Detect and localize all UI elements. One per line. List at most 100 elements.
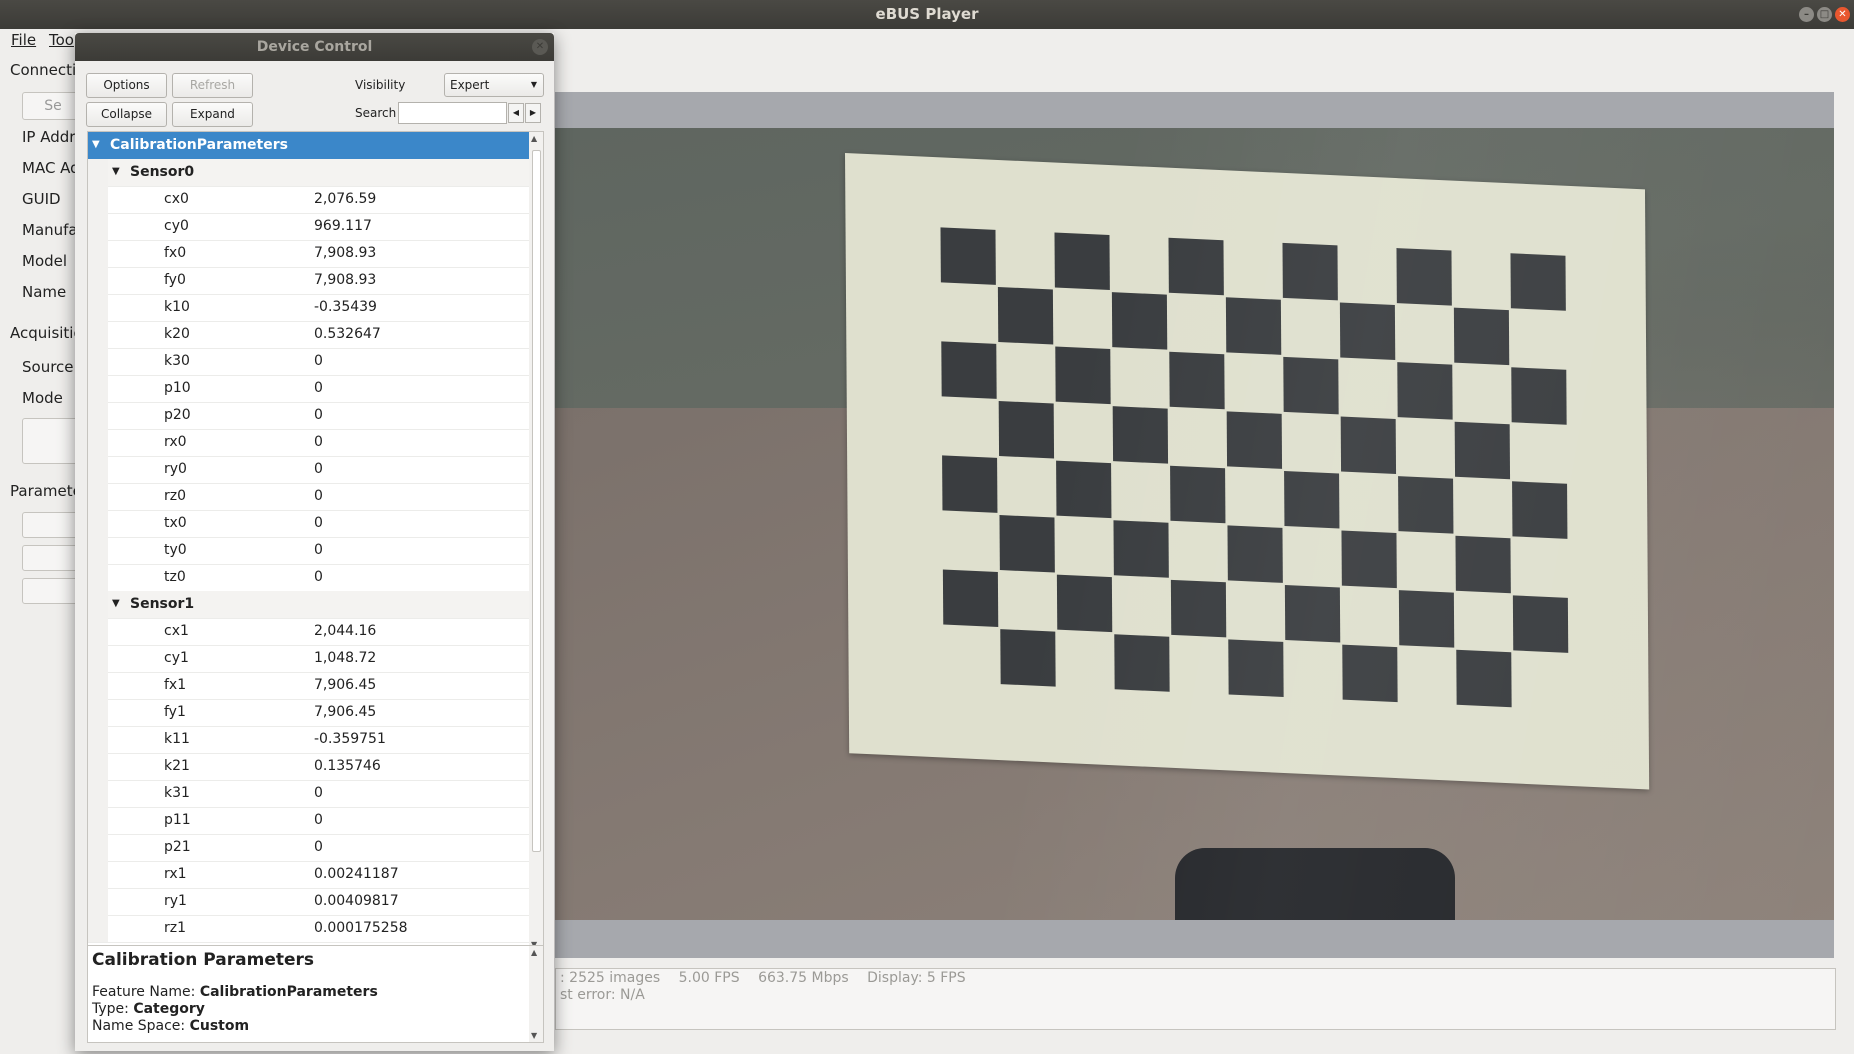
parameter-name: fx1 — [164, 677, 187, 693]
parameter-value[interactable]: 0 — [314, 542, 323, 558]
parameter-value[interactable]: 0 — [314, 515, 323, 531]
expand-button[interactable]: Expand — [172, 102, 253, 127]
description-panel: Calibration Parameters Feature Name: Cal… — [87, 945, 531, 1043]
search-input[interactable] — [398, 102, 507, 124]
model-label: Model — [22, 252, 68, 270]
parameter-row-p20[interactable]: p20 0 — [88, 402, 530, 430]
parameter-tree[interactable]: ▼ CalibrationParameters ▼ Sensor0 cx0 2,076… — [87, 131, 531, 952]
parameter-row-k20[interactable]: k20 0.532647 — [88, 321, 530, 349]
mac-address-label: MAC Ad — [22, 159, 80, 177]
image-count: : 2525 images — [560, 970, 661, 986]
parameter-value[interactable]: 0.135746 — [314, 758, 381, 774]
parameter-row-ry0[interactable]: ry0 0 — [88, 456, 530, 484]
scroll-up-icon[interactable]: ▲ — [531, 134, 537, 143]
search-prev-icon[interactable]: ◀ — [508, 103, 524, 123]
menu-tools[interactable]: Too — [49, 31, 74, 49]
expand-arrow-icon[interactable]: ▼ — [112, 598, 120, 609]
device-control-dialog: Device Control ✕ Options Refresh Collaps… — [75, 33, 554, 1051]
parameter-value[interactable]: 969.117 — [314, 218, 372, 234]
parameter-row-rx0[interactable]: rx0 0 — [88, 429, 530, 457]
parameter-row-k30[interactable]: k30 0 — [88, 348, 530, 376]
parameter-name: p21 — [164, 839, 191, 855]
parameter-row-cx0[interactable]: cx0 2,076.59 — [88, 186, 530, 214]
parameter-value[interactable]: 0 — [314, 380, 323, 396]
parameter-row-p21[interactable]: p21 0 — [88, 834, 530, 862]
parameter-name: rz1 — [164, 920, 187, 936]
parameter-value[interactable]: 0.532647 — [314, 326, 381, 342]
parameter-row-rz1[interactable]: rz1 0.000175258 — [88, 915, 530, 943]
parameter-row-k11[interactable]: k11 -0.359751 — [88, 726, 530, 754]
maximize-icon[interactable]: □ — [1817, 7, 1832, 22]
options-button[interactable]: Options — [86, 73, 167, 98]
menu-file[interactable]: File — [11, 31, 36, 49]
parameter-value[interactable]: -0.359751 — [314, 731, 386, 747]
parameter-row-fx0[interactable]: fx0 7,908.93 — [88, 240, 530, 268]
parameter-value[interactable]: 0 — [314, 488, 323, 504]
scrollbar-thumb[interactable] — [532, 150, 541, 852]
parameter-row-fy1[interactable]: fy1 7,906.45 — [88, 699, 530, 727]
parameter-name: fy1 — [164, 704, 186, 720]
parameter-row-k31[interactable]: k31 0 — [88, 780, 530, 808]
parameter-value[interactable]: 7,906.45 — [314, 677, 376, 693]
tree-category-sensor1[interactable]: ▼ Sensor1 — [88, 591, 530, 619]
parameter-name: fx0 — [164, 245, 187, 261]
parameter-row-ty0[interactable]: ty0 0 — [88, 537, 530, 565]
parameter-row-k10[interactable]: k10 -0.35439 — [88, 294, 530, 322]
parameter-row-cy1[interactable]: cy1 1,048.72 — [88, 645, 530, 673]
parameter-value[interactable]: -0.35439 — [314, 299, 377, 315]
parameter-value[interactable]: 0 — [314, 569, 323, 585]
parameter-value[interactable]: 0 — [314, 785, 323, 801]
display-rate: Display: 5 FPS — [867, 970, 966, 986]
tree-scrollbar[interactable]: ▲ ▼ — [529, 131, 544, 952]
parameter-row-tz0[interactable]: tz0 0 — [88, 564, 530, 592]
parameter-value[interactable]: 0 — [314, 812, 323, 828]
parameter-row-ry1[interactable]: ry1 0.00409817 — [88, 888, 530, 916]
close-window-icon[interactable]: ✕ — [1835, 7, 1850, 22]
parameter-row-cy0[interactable]: cy0 969.117 — [88, 213, 530, 241]
parameter-value[interactable]: 2,044.16 — [314, 623, 376, 639]
parameter-value[interactable]: 7,908.93 — [314, 272, 376, 288]
tree-category-sensor0[interactable]: ▼ Sensor0 — [88, 159, 530, 187]
parameter-name: rx0 — [164, 434, 187, 450]
parameter-name: rx1 — [164, 866, 187, 882]
parameter-value[interactable]: 0 — [314, 407, 323, 423]
parameter-value[interactable]: 0 — [314, 461, 323, 477]
parameter-value[interactable]: 7,908.93 — [314, 245, 376, 261]
minimize-icon[interactable]: – — [1799, 7, 1814, 22]
parameter-value[interactable]: 0.000175258 — [314, 920, 408, 936]
parameter-value[interactable]: 0 — [314, 839, 323, 855]
search-next-icon[interactable]: ▶ — [525, 103, 541, 123]
scroll-up-icon[interactable]: ▲ — [531, 948, 537, 957]
expand-arrow-icon[interactable]: ▼ — [92, 139, 100, 150]
close-icon[interactable]: ✕ — [532, 39, 548, 55]
parameter-row-k21[interactable]: k21 0.135746 — [88, 753, 530, 781]
parameter-row-cx1[interactable]: cx1 2,044.16 — [88, 618, 530, 646]
parameter-value[interactable]: 0.00409817 — [314, 893, 399, 909]
collapse-button[interactable]: Collapse — [86, 102, 167, 127]
visibility-select[interactable]: Expert ▼ — [444, 73, 544, 97]
description-scrollbar[interactable]: ▲ ▼ — [529, 945, 544, 1043]
visibility-label: Visibility — [355, 78, 406, 92]
parameter-row-fx1[interactable]: fx1 7,906.45 — [88, 672, 530, 700]
parameter-value[interactable]: 0.00241187 — [314, 866, 399, 882]
expand-arrow-icon[interactable]: ▼ — [112, 166, 120, 177]
parameter-row-p11[interactable]: p11 0 — [88, 807, 530, 835]
parameter-row-rz0[interactable]: rz0 0 — [88, 483, 530, 511]
parameter-row-p10[interactable]: p10 0 — [88, 375, 530, 403]
parameter-value[interactable]: 2,076.59 — [314, 191, 376, 207]
tree-root-calibration-parameters[interactable]: ▼ CalibrationParameters — [88, 132, 530, 159]
parameter-value[interactable]: 0 — [314, 434, 323, 450]
parameter-row-rx1[interactable]: rx1 0.00241187 — [88, 861, 530, 889]
parameter-value[interactable]: 0 — [314, 353, 323, 369]
parameter-name: fy0 — [164, 272, 186, 288]
parameter-row-tx0[interactable]: tx0 0 — [88, 510, 530, 538]
parameter-value[interactable]: 7,906.45 — [314, 704, 376, 720]
scroll-down-icon[interactable]: ▼ — [531, 1031, 537, 1040]
manufacturer-label: Manufa — [22, 221, 78, 239]
guid-label: GUID — [22, 190, 61, 208]
dialog-titlebar: Device Control ✕ — [75, 33, 554, 61]
refresh-button[interactable]: Refresh — [172, 73, 253, 98]
frame-rate: 5.00 FPS — [678, 970, 740, 986]
parameter-value[interactable]: 1,048.72 — [314, 650, 376, 666]
parameter-row-fy0[interactable]: fy0 7,908.93 — [88, 267, 530, 295]
